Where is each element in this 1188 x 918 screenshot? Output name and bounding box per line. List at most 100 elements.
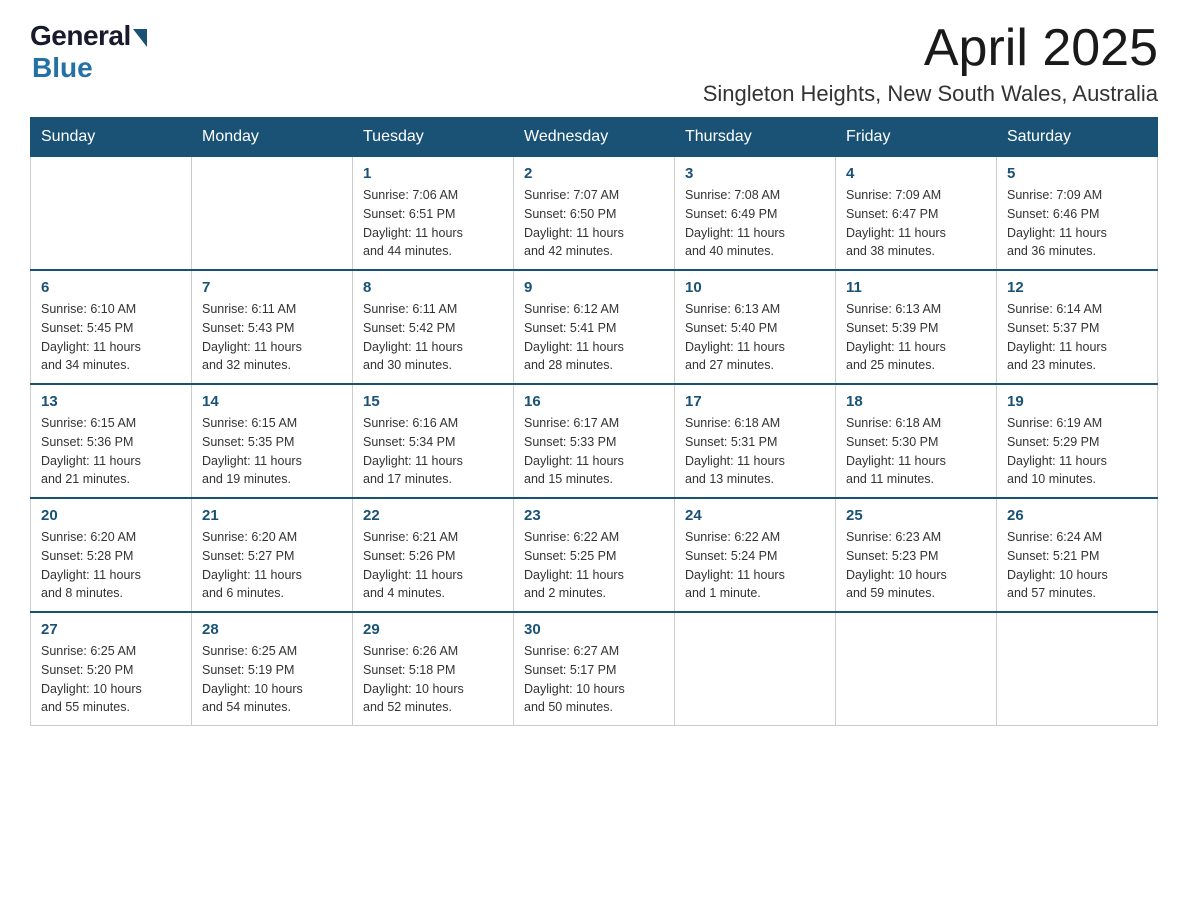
calendar-cell: 3 Sunrise: 7:08 AM Sunset: 6:49 PM Daylig… bbox=[675, 157, 836, 271]
day-number: 24 bbox=[685, 507, 825, 524]
day-info: Sunrise: 6:13 AM Sunset: 5:39 PM Dayligh… bbox=[846, 300, 986, 375]
calendar-table: SundayMondayTuesdayWednesdayThursdayFrid… bbox=[30, 117, 1158, 726]
weekday-header-wednesday: Wednesday bbox=[514, 118, 675, 157]
day-number: 10 bbox=[685, 279, 825, 296]
day-info: Sunrise: 6:18 AM Sunset: 5:30 PM Dayligh… bbox=[846, 414, 986, 489]
weekday-header-thursday: Thursday bbox=[675, 118, 836, 157]
logo: General Blue bbox=[30, 20, 147, 84]
day-info: Sunrise: 6:10 AM Sunset: 5:45 PM Dayligh… bbox=[41, 300, 181, 375]
calendar-week-row: 20 Sunrise: 6:20 AM Sunset: 5:28 PM Dayli… bbox=[31, 498, 1158, 612]
day-number: 18 bbox=[846, 393, 986, 410]
calendar-cell: 9 Sunrise: 6:12 AM Sunset: 5:41 PM Daylig… bbox=[514, 270, 675, 384]
calendar-cell bbox=[836, 612, 997, 726]
day-info: Sunrise: 7:09 AM Sunset: 6:47 PM Dayligh… bbox=[846, 186, 986, 261]
day-number: 22 bbox=[363, 507, 503, 524]
day-number: 15 bbox=[363, 393, 503, 410]
calendar-cell: 28 Sunrise: 6:25 AM Sunset: 5:19 PM Dayli… bbox=[192, 612, 353, 726]
title-area: April 2025 Singleton Heights, New South … bbox=[703, 20, 1158, 107]
calendar-week-row: 6 Sunrise: 6:10 AM Sunset: 5:45 PM Daylig… bbox=[31, 270, 1158, 384]
day-info: Sunrise: 6:21 AM Sunset: 5:26 PM Dayligh… bbox=[363, 528, 503, 603]
day-info: Sunrise: 7:06 AM Sunset: 6:51 PM Dayligh… bbox=[363, 186, 503, 261]
day-number: 11 bbox=[846, 279, 986, 296]
day-number: 9 bbox=[524, 279, 664, 296]
logo-general-text: General bbox=[30, 20, 131, 52]
calendar-cell: 29 Sunrise: 6:26 AM Sunset: 5:18 PM Dayli… bbox=[353, 612, 514, 726]
calendar-cell: 19Sunrise: 6:19 AM Sunset: 5:29 PM Dayli… bbox=[997, 384, 1158, 498]
calendar-cell: 16Sunrise: 6:17 AM Sunset: 5:33 PM Dayli… bbox=[514, 384, 675, 498]
day-info: Sunrise: 6:16 AM Sunset: 5:34 PM Dayligh… bbox=[363, 414, 503, 489]
day-info: Sunrise: 6:25 AM Sunset: 5:19 PM Dayligh… bbox=[202, 642, 342, 717]
day-info: Sunrise: 7:08 AM Sunset: 6:49 PM Dayligh… bbox=[685, 186, 825, 261]
day-info: Sunrise: 6:26 AM Sunset: 5:18 PM Dayligh… bbox=[363, 642, 503, 717]
calendar-cell: 20 Sunrise: 6:20 AM Sunset: 5:28 PM Dayli… bbox=[31, 498, 192, 612]
calendar-cell bbox=[997, 612, 1158, 726]
calendar-cell: 24 Sunrise: 6:22 AM Sunset: 5:24 PM Dayli… bbox=[675, 498, 836, 612]
weekday-header-monday: Monday bbox=[192, 118, 353, 157]
location-title: Singleton Heights, New South Wales, Aust… bbox=[703, 81, 1158, 107]
calendar-cell bbox=[31, 157, 192, 271]
calendar-cell: 17 Sunrise: 6:18 AM Sunset: 5:31 PM Dayli… bbox=[675, 384, 836, 498]
day-info: Sunrise: 6:19 AM Sunset: 5:29 PM Dayligh… bbox=[1007, 414, 1147, 489]
day-number: 28 bbox=[202, 621, 342, 638]
day-number: 3 bbox=[685, 165, 825, 182]
day-info: Sunrise: 6:17 AM Sunset: 5:33 PM Dayligh… bbox=[524, 414, 664, 489]
day-info: Sunrise: 6:27 AM Sunset: 5:17 PM Dayligh… bbox=[524, 642, 664, 717]
page-header: General Blue April 2025 Singleton Height… bbox=[30, 20, 1158, 107]
day-number: 5 bbox=[1007, 165, 1147, 182]
weekday-header-friday: Friday bbox=[836, 118, 997, 157]
day-info: Sunrise: 6:22 AM Sunset: 5:24 PM Dayligh… bbox=[685, 528, 825, 603]
calendar-cell: 5 Sunrise: 7:09 AM Sunset: 6:46 PM Daylig… bbox=[997, 157, 1158, 271]
day-info: Sunrise: 6:24 AM Sunset: 5:21 PM Dayligh… bbox=[1007, 528, 1147, 603]
calendar-cell: 8Sunrise: 6:11 AM Sunset: 5:42 PM Daylig… bbox=[353, 270, 514, 384]
calendar-cell: 11 Sunrise: 6:13 AM Sunset: 5:39 PM Dayli… bbox=[836, 270, 997, 384]
calendar-cell: 13Sunrise: 6:15 AM Sunset: 5:36 PM Dayli… bbox=[31, 384, 192, 498]
weekday-header-row: SundayMondayTuesdayWednesdayThursdayFrid… bbox=[31, 118, 1158, 157]
day-number: 14 bbox=[202, 393, 342, 410]
day-number: 17 bbox=[685, 393, 825, 410]
calendar-cell: 22 Sunrise: 6:21 AM Sunset: 5:26 PM Dayli… bbox=[353, 498, 514, 612]
weekday-header-sunday: Sunday bbox=[31, 118, 192, 157]
day-number: 25 bbox=[846, 507, 986, 524]
calendar-cell: 23Sunrise: 6:22 AM Sunset: 5:25 PM Dayli… bbox=[514, 498, 675, 612]
day-number: 23 bbox=[524, 507, 664, 524]
day-info: Sunrise: 6:11 AM Sunset: 5:43 PM Dayligh… bbox=[202, 300, 342, 375]
calendar-cell bbox=[192, 157, 353, 271]
calendar-cell: 14 Sunrise: 6:15 AM Sunset: 5:35 PM Dayli… bbox=[192, 384, 353, 498]
calendar-cell: 25Sunrise: 6:23 AM Sunset: 5:23 PM Dayli… bbox=[836, 498, 997, 612]
day-number: 29 bbox=[363, 621, 503, 638]
day-info: Sunrise: 6:15 AM Sunset: 5:35 PM Dayligh… bbox=[202, 414, 342, 489]
day-info: Sunrise: 6:20 AM Sunset: 5:28 PM Dayligh… bbox=[41, 528, 181, 603]
calendar-cell: 30Sunrise: 6:27 AM Sunset: 5:17 PM Dayli… bbox=[514, 612, 675, 726]
calendar-cell: 1Sunrise: 7:06 AM Sunset: 6:51 PM Daylig… bbox=[353, 157, 514, 271]
day-number: 27 bbox=[41, 621, 181, 638]
calendar-week-row: 1Sunrise: 7:06 AM Sunset: 6:51 PM Daylig… bbox=[31, 157, 1158, 271]
calendar-cell: 10 Sunrise: 6:13 AM Sunset: 5:40 PM Dayli… bbox=[675, 270, 836, 384]
day-number: 8 bbox=[363, 279, 503, 296]
day-number: 21 bbox=[202, 507, 342, 524]
day-number: 4 bbox=[846, 165, 986, 182]
day-number: 2 bbox=[524, 165, 664, 182]
calendar-cell: 2Sunrise: 7:07 AM Sunset: 6:50 PM Daylig… bbox=[514, 157, 675, 271]
day-number: 12 bbox=[1007, 279, 1147, 296]
day-info: Sunrise: 6:25 AM Sunset: 5:20 PM Dayligh… bbox=[41, 642, 181, 717]
weekday-header-saturday: Saturday bbox=[997, 118, 1158, 157]
day-info: Sunrise: 7:09 AM Sunset: 6:46 PM Dayligh… bbox=[1007, 186, 1147, 261]
day-number: 6 bbox=[41, 279, 181, 296]
day-number: 26 bbox=[1007, 507, 1147, 524]
calendar-cell: 18 Sunrise: 6:18 AM Sunset: 5:30 PM Dayli… bbox=[836, 384, 997, 498]
day-number: 7 bbox=[202, 279, 342, 296]
calendar-cell: 7 Sunrise: 6:11 AM Sunset: 5:43 PM Daylig… bbox=[192, 270, 353, 384]
day-info: Sunrise: 6:20 AM Sunset: 5:27 PM Dayligh… bbox=[202, 528, 342, 603]
day-info: Sunrise: 6:14 AM Sunset: 5:37 PM Dayligh… bbox=[1007, 300, 1147, 375]
month-title: April 2025 bbox=[703, 20, 1158, 77]
weekday-header-tuesday: Tuesday bbox=[353, 118, 514, 157]
calendar-cell: 26 Sunrise: 6:24 AM Sunset: 5:21 PM Dayli… bbox=[997, 498, 1158, 612]
day-info: Sunrise: 6:13 AM Sunset: 5:40 PM Dayligh… bbox=[685, 300, 825, 375]
day-info: Sunrise: 6:18 AM Sunset: 5:31 PM Dayligh… bbox=[685, 414, 825, 489]
day-info: Sunrise: 6:15 AM Sunset: 5:36 PM Dayligh… bbox=[41, 414, 181, 489]
calendar-cell: 6 Sunrise: 6:10 AM Sunset: 5:45 PM Daylig… bbox=[31, 270, 192, 384]
calendar-cell bbox=[675, 612, 836, 726]
day-number: 20 bbox=[41, 507, 181, 524]
logo-triangle-icon bbox=[133, 29, 147, 47]
day-info: Sunrise: 6:12 AM Sunset: 5:41 PM Dayligh… bbox=[524, 300, 664, 375]
